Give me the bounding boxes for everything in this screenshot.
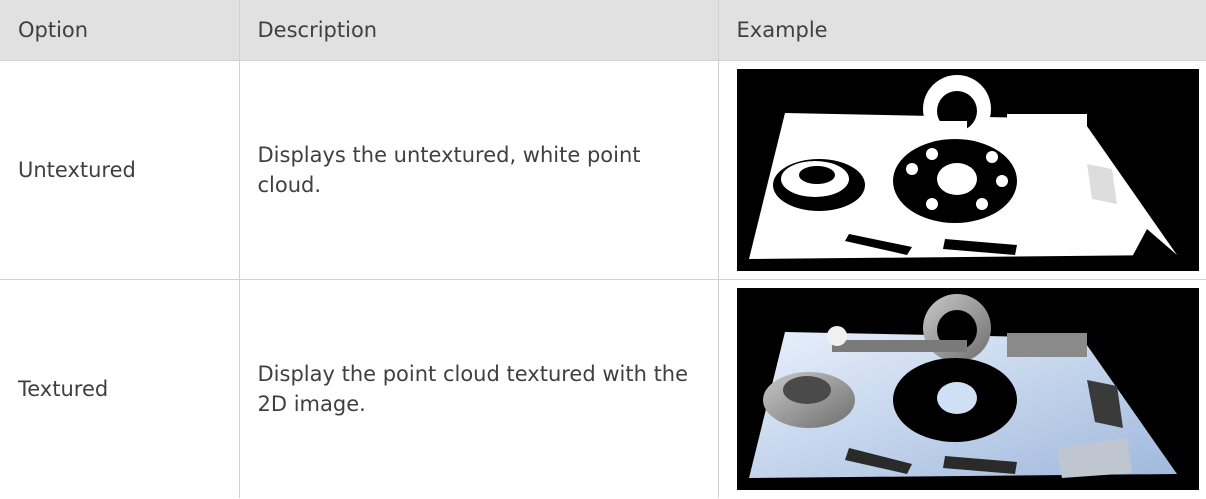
table-header: Option Description Example	[0, 0, 1206, 61]
header-row: Option Description Example	[0, 0, 1206, 61]
description-cell: Display the point cloud textured with th…	[238, 279, 718, 498]
example-cell	[717, 279, 1206, 498]
header-example: Example	[717, 0, 1206, 61]
table-row: Untextured Displays the untextured, whit…	[0, 60, 1206, 280]
option-cell: Untextured	[0, 60, 239, 280]
description-cell: Displays the untextured, white point clo…	[238, 60, 718, 280]
options-table: Option Description Example Untextured Di…	[0, 0, 1206, 498]
header-option: Option	[0, 0, 239, 61]
untextured-point-cloud-image	[736, 69, 1199, 271]
textured-point-cloud-image	[736, 288, 1199, 490]
example-cell	[717, 60, 1206, 280]
table-row: Textured Display the point cloud texture…	[0, 279, 1206, 498]
option-cell: Textured	[18, 377, 109, 401]
header-description: Description	[238, 0, 718, 61]
